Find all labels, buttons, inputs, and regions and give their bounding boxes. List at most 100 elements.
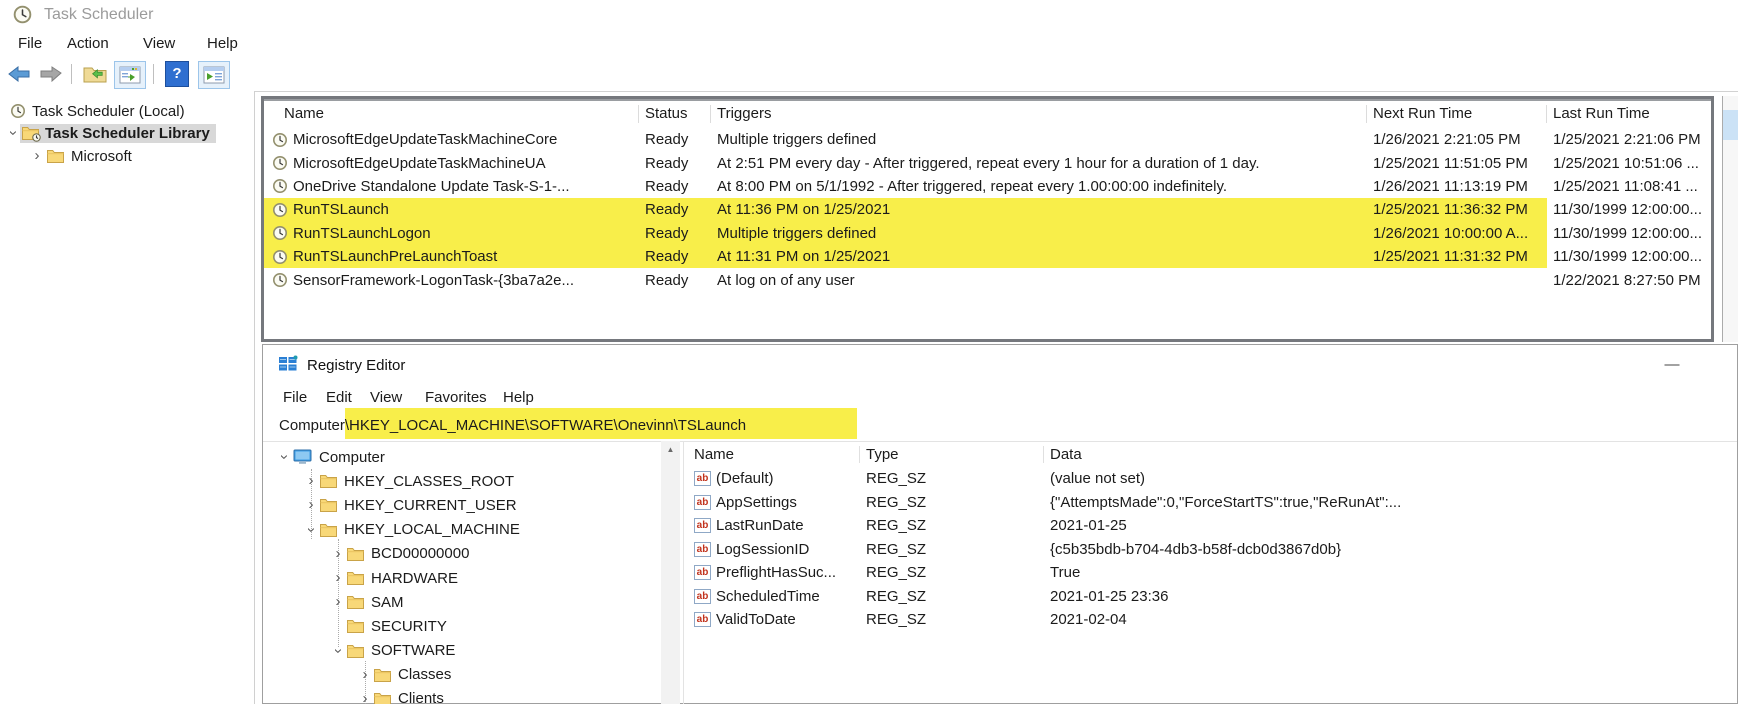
menu-file[interactable]: File <box>283 385 307 411</box>
task-status: Ready <box>639 175 711 198</box>
table-row[interactable]: MicrosoftEdgeUpdateTaskMachineCore Ready… <box>264 128 1711 151</box>
value-name: ScheduledTime <box>716 588 820 605</box>
folder-icon <box>347 547 364 561</box>
tree-item-label: Task Scheduler Library <box>45 125 210 142</box>
task-status: Ready <box>639 198 711 221</box>
chevron-collapsed-icon[interactable]: › <box>30 149 44 163</box>
folder-icon <box>347 571 364 585</box>
task-last-run-time: 11/30/1999 12:00:00... <box>1547 222 1711 245</box>
registry-tree-scrollbar[interactable]: ▲ <box>661 441 680 704</box>
action-pane-scrollbar[interactable] <box>1722 96 1738 342</box>
tree-item-task-scheduler-library[interactable]: › Task Scheduler Library <box>6 122 216 144</box>
registry-value-row[interactable]: ab PreflightHasSuc... REG_SZ True <box>684 561 1737 585</box>
tree-item-microsoft[interactable]: › Microsoft <box>30 145 132 167</box>
column-header-next-run-time[interactable]: Next Run Time <box>1367 105 1547 123</box>
chevron-icon[interactable]: › <box>331 595 345 609</box>
column-header-data[interactable]: Data <box>1044 446 1737 463</box>
value-data: {c5b35bdb-b704-4db3-b58f-dcb0d3867d0b} <box>1044 538 1737 562</box>
registry-value-row[interactable]: ab ValidToDate REG_SZ 2021-02-04 <box>684 608 1737 632</box>
table-row[interactable]: RunTSLaunchLogon Ready Multiple triggers… <box>264 222 1711 245</box>
registry-editor-titlebar[interactable]: Registry Editor — <box>263 345 1737 385</box>
address-path-highlighted: \HKEY_LOCAL_MACHINE\SOFTWARE\Onevinn\TSL… <box>345 417 746 434</box>
registry-tree-item[interactable]: › HKEY_LOCAL_MACHINE <box>263 518 683 542</box>
task-triggers: At 11:31 PM on 1/25/2021 <box>711 245 1367 268</box>
help-button[interactable]: ? <box>162 61 192 87</box>
registry-value-row[interactable]: ab LastRunDate REG_SZ 2021-01-25 <box>684 514 1737 538</box>
registry-key-label: HKEY_CURRENT_USER <box>344 497 517 514</box>
table-row[interactable]: OneDrive Standalone Update Task-S-1-... … <box>264 175 1711 198</box>
task-last-run-time: 1/25/2021 10:51:06 ... <box>1547 151 1711 174</box>
registry-tree-item[interactable]: › HKEY_CURRENT_USER <box>263 493 683 517</box>
column-header-name[interactable]: Name <box>264 105 639 123</box>
console-tree-toggle-button[interactable] <box>114 61 146 89</box>
task-name: RunTSLaunch <box>293 201 389 218</box>
value-type: REG_SZ <box>860 491 1044 515</box>
menu-action[interactable]: Action <box>67 30 109 58</box>
chevron-icon[interactable]: › <box>331 644 345 658</box>
registry-key-label: Classes <box>398 666 451 683</box>
chevron-icon[interactable]: › <box>304 498 318 512</box>
registry-address-bar[interactable]: Computer\HKEY_LOCAL_MACHINE\SOFTWARE\One… <box>263 411 1737 442</box>
task-clock-icon <box>272 272 288 288</box>
column-header-last-run-time[interactable]: Last Run Time <box>1547 105 1711 123</box>
import-task-button[interactable] <box>80 61 110 87</box>
registry-tree-item[interactable]: › BCD00000000 <box>263 542 683 566</box>
menu-file[interactable]: File <box>18 30 42 58</box>
chevron-icon[interactable]: › <box>277 450 291 464</box>
reg-sz-icon: ab <box>694 518 711 533</box>
chevron-icon[interactable]: › <box>358 668 372 682</box>
back-button[interactable] <box>6 61 32 87</box>
registry-value-row[interactable]: ab AppSettings REG_SZ {"AttemptsMade":0,… <box>684 491 1737 515</box>
registry-tree-item[interactable]: › SOFTWARE <box>263 639 683 663</box>
minimize-button[interactable]: — <box>1659 355 1685 375</box>
chevron-icon[interactable]: › <box>358 692 372 704</box>
forward-arrow-icon <box>40 66 62 82</box>
column-header-type[interactable]: Type <box>860 446 1044 463</box>
chevron-icon[interactable]: › <box>304 474 318 488</box>
registry-tree-item[interactable]: › Classes <box>263 663 683 687</box>
task-last-run-time: 1/25/2021 2:21:06 PM <box>1547 128 1711 151</box>
task-triggers: At 2:51 PM every day - After triggered, … <box>711 151 1367 174</box>
scrollbar-up-arrow[interactable]: ▲ <box>661 441 680 458</box>
table-row[interactable]: RunTSLaunch Ready At 11:36 PM on 1/25/20… <box>264 198 1711 221</box>
chevron-expanded-icon[interactable]: › <box>6 126 20 140</box>
column-header-name[interactable]: Name <box>694 446 860 463</box>
column-header-triggers[interactable]: Triggers <box>711 105 1367 123</box>
toolbar-separator <box>71 64 72 84</box>
chevron-icon[interactable]: › <box>304 523 318 537</box>
menu-view[interactable]: View <box>143 30 175 58</box>
task-last-run-time: 11/30/1999 12:00:00... <box>1547 245 1711 268</box>
tree-item-task-scheduler-local[interactable]: Task Scheduler (Local) <box>10 100 185 122</box>
reg-sz-icon: ab <box>694 542 711 557</box>
task-clock-icon <box>272 202 288 218</box>
forward-button[interactable] <box>38 61 64 87</box>
folder-icon <box>347 619 364 633</box>
registry-value-row[interactable]: ab (Default) REG_SZ (value not set) <box>684 467 1737 491</box>
task-next-run-time: 1/25/2021 11:51:05 PM <box>1367 151 1547 174</box>
chevron-icon[interactable]: › <box>331 571 345 585</box>
value-name: AppSettings <box>716 494 797 511</box>
task-status: Ready <box>639 222 711 245</box>
back-arrow-icon <box>8 66 30 82</box>
registry-tree-item[interactable]: › SAM <box>263 590 683 614</box>
column-header-status[interactable]: Status <box>639 105 711 123</box>
registry-value-row[interactable]: ab ScheduledTime REG_SZ 2021-01-25 23:36 <box>684 585 1737 609</box>
table-row[interactable]: RunTSLaunchPreLaunchToast Ready At 11:31… <box>264 245 1711 268</box>
task-list-panel: Name Status Triggers Next Run Time Last … <box>261 96 1714 342</box>
registry-value-row[interactable]: ab LogSessionID REG_SZ {c5b35bdb-b704-4d… <box>684 538 1737 562</box>
value-data: 2021-01-25 23:36 <box>1044 585 1737 609</box>
action-pane-toggle-button[interactable] <box>198 61 230 89</box>
registry-tree-item[interactable]: › Computer <box>263 445 683 469</box>
registry-tree-item[interactable]: › HKEY_CLASSES_ROOT <box>263 469 683 493</box>
folder-icon <box>320 523 337 537</box>
table-row[interactable]: SensorFramework-LogonTask-{3ba7a2e... Re… <box>264 268 1711 291</box>
task-scheduler-titlebar[interactable]: Task Scheduler <box>0 0 1738 30</box>
registry-tree-item[interactable]: › SECURITY <box>263 614 683 638</box>
registry-tree-item[interactable]: › HARDWARE <box>263 566 683 590</box>
table-row[interactable]: MicrosoftEdgeUpdateTaskMachineUA Ready A… <box>264 151 1711 174</box>
scrollbar-thumb[interactable] <box>1723 110 1738 140</box>
task-next-run-time <box>1367 268 1547 291</box>
menu-help[interactable]: Help <box>207 30 238 58</box>
registry-tree-item[interactable]: › Clients <box>263 687 683 704</box>
chevron-icon[interactable]: › <box>331 547 345 561</box>
